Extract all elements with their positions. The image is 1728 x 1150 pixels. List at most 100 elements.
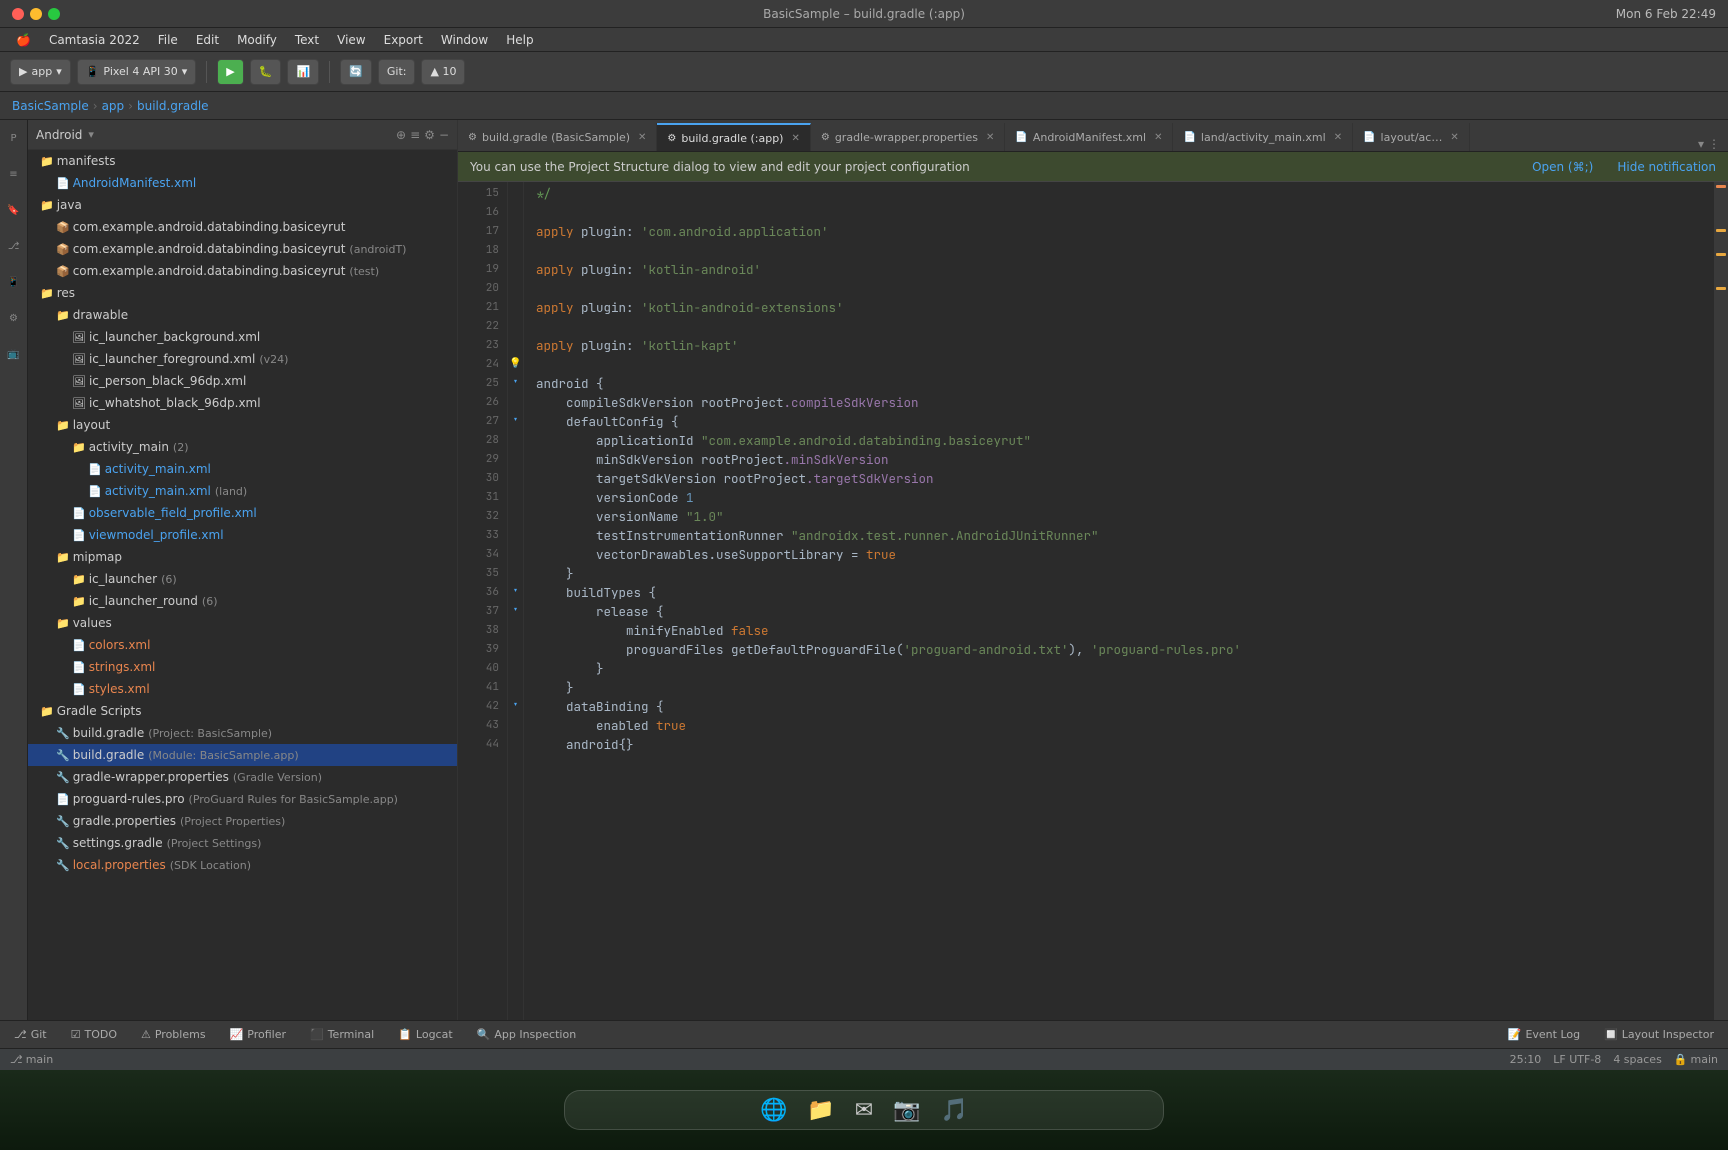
sync-btn[interactable]: 🔄	[340, 59, 372, 85]
menu-window[interactable]: Window	[433, 31, 496, 49]
tree-item[interactable]: 🖼ic_person_black_96dp.xml	[28, 370, 457, 392]
tree-dropdown[interactable]: ▾	[88, 128, 94, 141]
tree-item[interactable]: 📦com.example.android.databinding.basicey…	[28, 260, 457, 282]
tree-item-selected[interactable]: 🔧build.gradle (Module: BasicSample.app)	[28, 744, 457, 766]
tree-item[interactable]: 📄colors.xml	[28, 634, 457, 656]
menu-view[interactable]: View	[329, 31, 373, 49]
status-position[interactable]: 25:10	[1510, 1053, 1542, 1066]
tree-item[interactable]: 📄viewmodel_profile.xml	[28, 524, 457, 546]
tree-action-3[interactable]: ⚙	[424, 128, 435, 142]
tree-item[interactable]: 📁ic_launcher (6)	[28, 568, 457, 590]
tree-item[interactable]: 📁manifests	[28, 150, 457, 172]
profile-button[interactable]: 📊	[287, 59, 319, 85]
tab-build-gradle-project[interactable]: ⚙ build.gradle (BasicSample) ✕	[458, 123, 657, 151]
menu-camtasia[interactable]: Camtasia 2022	[41, 31, 148, 49]
pull-requests-icon[interactable]: ⎇	[4, 236, 24, 256]
tab-layout-ac[interactable]: 📄 layout/ac… ✕	[1353, 123, 1470, 151]
tree-item[interactable]: 📁ic_launcher_round (6)	[28, 590, 457, 612]
bottom-tab-app-inspection[interactable]: 🔍 App Inspection	[471, 1026, 583, 1043]
bottom-tab-event-log[interactable]: 📝 Event Log	[1502, 1026, 1586, 1043]
file-tree[interactable]: Android ▾ ⊕ ≡ ⚙ − 📁manifests 📄AndroidMan…	[28, 120, 458, 1020]
tree-item[interactable]: 📄proguard-rules.pro (ProGuard Rules for …	[28, 788, 457, 810]
tree-item[interactable]: 📄AndroidManifest.xml	[28, 172, 457, 194]
tree-item[interactable]: 📄activity_main.xml	[28, 458, 457, 480]
tree-item[interactable]: 🖼ic_launcher_background.xml	[28, 326, 457, 348]
breadcrumb-file[interactable]: build.gradle	[137, 99, 209, 113]
tree-item[interactable]: 🖼ic_whatshot_black_96dp.xml	[28, 392, 457, 414]
breadcrumb-module[interactable]: app	[102, 99, 125, 113]
tree-item[interactable]: 📁activity_main (2)	[28, 436, 457, 458]
tree-item[interactable]: 📄styles.xml	[28, 678, 457, 700]
bottom-tab-terminal[interactable]: ⬛ Terminal	[304, 1026, 380, 1043]
minimize-button[interactable]	[30, 8, 42, 20]
dock-icon-5[interactable]: 🎵	[941, 1098, 968, 1123]
tree-action-4[interactable]: −	[439, 128, 449, 142]
bottom-tab-todo[interactable]: ☑ TODO	[65, 1026, 123, 1043]
tree-item[interactable]: 📁mipmap	[28, 546, 457, 568]
tab-close-icon[interactable]: ✕	[1154, 132, 1162, 143]
close-button[interactable]	[12, 8, 24, 20]
run-config-btn[interactable]: ▶ app ▾	[10, 59, 71, 85]
tree-item[interactable]: 📁Gradle Scripts	[28, 700, 457, 722]
tree-item[interactable]: 📁java	[28, 194, 457, 216]
tab-activity-main-land[interactable]: 📄 land/activity_main.xml ✕	[1173, 123, 1353, 151]
tree-item[interactable]: 📄observable_field_profile.xml	[28, 502, 457, 524]
tab-close-icon[interactable]: ✕	[986, 132, 994, 143]
dock-icon-1[interactable]: 🌐	[760, 1098, 787, 1123]
hide-notification-button[interactable]: Hide notification	[1617, 160, 1716, 174]
menu-help[interactable]: Help	[498, 31, 541, 49]
code-editor[interactable]: 15 16 17 18 19 20 21 22 23 24 25 26 27 2…	[458, 182, 1728, 1020]
status-branch-2[interactable]: 🔒 main	[1674, 1053, 1718, 1066]
tree-action-1[interactable]: ⊕	[396, 128, 406, 142]
menu-apple[interactable]: 🍎	[8, 31, 39, 49]
project-icon[interactable]: P	[4, 128, 24, 148]
tree-item[interactable]: 📁drawable	[28, 304, 457, 326]
maximize-button[interactable]	[48, 8, 60, 20]
tab-gradle-wrapper[interactable]: ⚙ gradle-wrapper.properties ✕	[811, 123, 1006, 151]
structure-icon[interactable]: ≡	[4, 164, 24, 184]
code-content[interactable]: */ apply plugin: 'com.android.applicatio…	[524, 182, 1714, 1020]
bottom-tab-problems[interactable]: ⚠ Problems	[135, 1026, 212, 1043]
tree-item[interactable]: 🖼ic_launcher_foreground.xml (v24)	[28, 348, 457, 370]
tab-close-icon[interactable]: ✕	[1450, 132, 1458, 143]
warning-btn[interactable]: ▲ 10	[421, 59, 465, 85]
debug-button[interactable]: 🐛	[250, 59, 282, 85]
tree-item[interactable]: 📦com.example.android.databinding.basicey…	[28, 238, 457, 260]
status-branch[interactable]: ⎇ main	[10, 1053, 53, 1066]
tree-item[interactable]: 📄strings.xml	[28, 656, 457, 678]
dock-icon-2[interactable]: 📁	[807, 1098, 834, 1123]
emulator-icon[interactable]: 📺	[4, 344, 24, 364]
run-button[interactable]: ▶	[217, 59, 243, 85]
status-indent[interactable]: 4 spaces	[1613, 1053, 1662, 1066]
tab-settings-icon[interactable]: ⋮	[1708, 137, 1720, 151]
tab-build-gradle-app[interactable]: ⚙ build.gradle (:app) ✕	[657, 123, 810, 151]
bookmarks-icon[interactable]: 🔖	[4, 200, 24, 220]
tree-item[interactable]: 📁layout	[28, 414, 457, 436]
open-button[interactable]: Open (⌘;)	[1532, 160, 1593, 174]
dock-icon-3[interactable]: ✉	[855, 1098, 873, 1123]
menu-file[interactable]: File	[150, 31, 186, 49]
breadcrumb-project[interactable]: BasicSample	[12, 99, 89, 113]
tab-overflow-icon[interactable]: ▾	[1698, 137, 1704, 151]
tab-close-icon[interactable]: ✕	[791, 133, 799, 144]
tree-item[interactable]: 🔧gradle-wrapper.properties (Gradle Versi…	[28, 766, 457, 788]
device-btn[interactable]: 📱 Pixel 4 API 30 ▾	[77, 59, 197, 85]
device-manager-icon[interactable]: 📱	[4, 272, 24, 292]
build-variants-icon[interactable]: ⚙	[4, 308, 24, 328]
tree-item[interactable]: 🔧local.properties (SDK Location)	[28, 854, 457, 876]
menu-edit[interactable]: Edit	[188, 31, 227, 49]
tab-close-icon[interactable]: ✕	[1334, 132, 1342, 143]
tab-android-manifest[interactable]: 📄 AndroidManifest.xml ✕	[1005, 123, 1173, 151]
menu-text[interactable]: Text	[287, 31, 327, 49]
bottom-tab-git[interactable]: ⎇ Git	[8, 1026, 53, 1043]
tree-item[interactable]: 📦com.example.android.databinding.basicey…	[28, 216, 457, 238]
tree-item[interactable]: 🔧build.gradle (Project: BasicSample)	[28, 722, 457, 744]
bottom-tab-logcat[interactable]: 📋 Logcat	[392, 1026, 458, 1043]
tree-item[interactable]: 📄activity_main.xml (land)	[28, 480, 457, 502]
dock-icon-4[interactable]: 📷	[893, 1098, 920, 1123]
tree-item[interactable]: 📁values	[28, 612, 457, 634]
menu-modify[interactable]: Modify	[229, 31, 285, 49]
bottom-tab-profiler[interactable]: 📈 Profiler	[224, 1026, 292, 1043]
menu-export[interactable]: Export	[376, 31, 431, 49]
tab-close-icon[interactable]: ✕	[638, 132, 646, 143]
